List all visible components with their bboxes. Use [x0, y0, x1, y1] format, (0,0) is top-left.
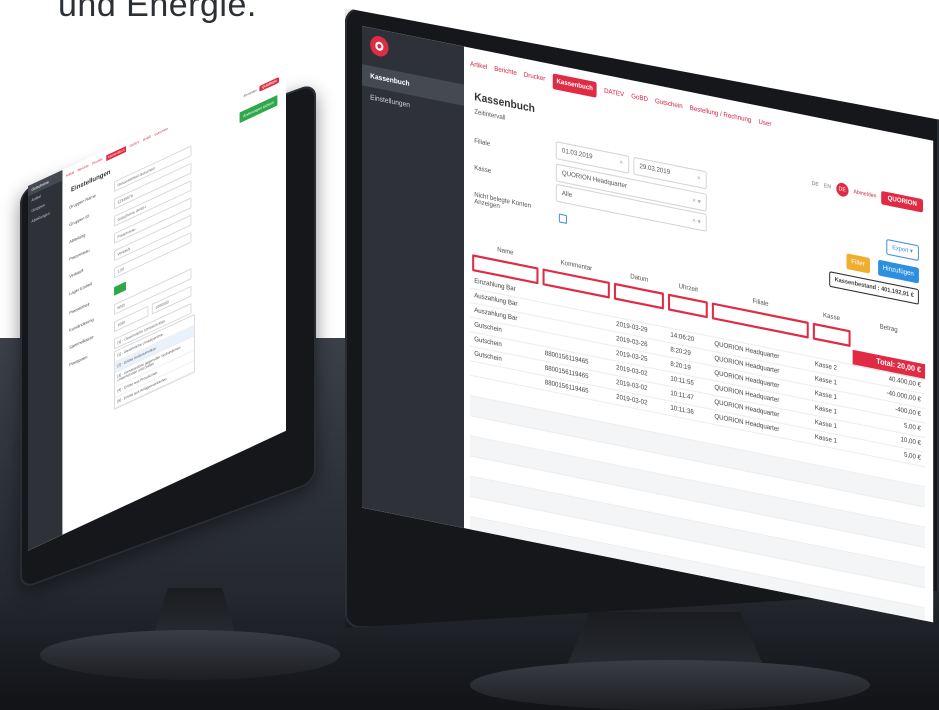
kasse-select-value: Alle	[561, 190, 573, 200]
filiale-label: Filiale	[474, 138, 491, 149]
clear-icon[interactable]: ×	[620, 160, 624, 167]
left-nav-item[interactable]: GoBD	[143, 135, 151, 145]
time-interval-label: Zeitintervall	[474, 109, 506, 123]
nav-drucker[interactable]: Drucker	[524, 72, 545, 83]
left-nav-item[interactable]: Artikel	[66, 170, 74, 180]
chevron-down-icon[interactable]: × ▾	[692, 217, 700, 226]
field-label: Gruppen Name	[69, 192, 96, 210]
clear-icon[interactable]: ×	[697, 175, 701, 182]
language-de[interactable]: DE	[812, 180, 819, 188]
left-nav-item[interactable]: DATEV	[130, 140, 140, 150]
field-label: Gruppen ID	[69, 213, 90, 228]
field-label: Verkauft	[69, 267, 84, 280]
field-label: Lager Einheit	[69, 280, 93, 297]
nav-artikel[interactable]: Artikel	[470, 61, 487, 71]
left-monitor-base	[40, 630, 340, 680]
right-monitor-base	[470, 660, 870, 710]
export-button[interactable]: Export ▾	[886, 238, 919, 262]
field-label: Abteilung	[69, 232, 86, 245]
top-right-controls: DE EN DE Abmelden QUORION	[812, 177, 923, 213]
brand-logo: QUORION	[881, 190, 923, 213]
left-nav-item-active[interactable]: Kassenbuch	[106, 146, 127, 162]
price-unit-toggle[interactable]	[114, 281, 127, 296]
unbelegt-checkbox[interactable]	[558, 213, 568, 225]
chevron-down-icon[interactable]: × ▾	[692, 197, 700, 206]
field-label: Preiseinheit	[69, 301, 90, 316]
date-from-value: 01.03.2019	[561, 147, 593, 161]
left-nav-item[interactable]: Gutschein	[154, 127, 168, 139]
nav-berichte[interactable]: Berichte	[494, 66, 516, 77]
nav-kassenbuch[interactable]: Kassenbuch	[552, 73, 597, 98]
left-nav-item[interactable]: Drucker	[92, 157, 103, 168]
nav-gobd[interactable]: GoBD	[631, 94, 648, 104]
nav-user[interactable]: User	[758, 119, 771, 128]
sidebar: Kassenbuch Einstellungen	[362, 26, 464, 529]
kasse-label: Kasse	[474, 165, 492, 176]
nav-datev[interactable]: DATEV	[604, 88, 624, 99]
nav-gutschein[interactable]: Gutschein	[655, 98, 683, 110]
field-label: Positionen	[69, 354, 88, 368]
tagline: und Energie.	[58, 0, 257, 24]
quorion-logo-icon	[370, 34, 389, 59]
add-button[interactable]: Hinzufügen	[877, 259, 919, 284]
avatar[interactable]: DE	[836, 181, 849, 198]
field-label: Preisniveau	[69, 247, 90, 262]
field-label: Kursänderung	[69, 316, 94, 333]
left-nav-item[interactable]: Berichte	[78, 164, 89, 175]
field-label: Sammelkasse	[69, 334, 94, 351]
left-sidebar: Gutscheine Artikel Gruppen Abteilungen	[28, 170, 63, 551]
nav-bestellung[interactable]: Bestellung / Rechnung	[690, 105, 752, 124]
date-to-value: 29.03.2019	[639, 163, 671, 177]
save-changes-button[interactable]: Änderungen sichern	[239, 94, 278, 124]
unbelegt-label: Nicht belegte Konten Anzeigen	[474, 192, 531, 217]
filter-button[interactable]: Filter	[846, 253, 870, 274]
logout-link[interactable]: Abmelden	[853, 189, 876, 200]
language-en[interactable]: EN	[824, 183, 831, 191]
